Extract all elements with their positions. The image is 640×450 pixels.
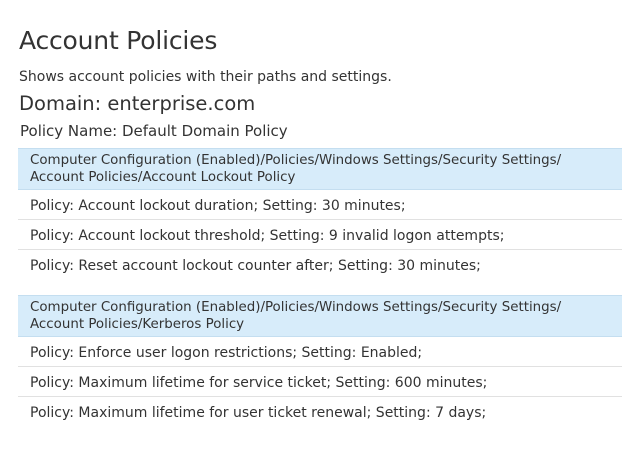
policy-path-header: Computer Configuration (Enabled)/Policie… <box>18 148 622 190</box>
page-title: Account Policies <box>19 26 218 55</box>
policy-path-line-2: Account Policies/Account Lockout Policy <box>30 170 296 185</box>
policy-section-account-lockout: Computer Configuration (Enabled)/Policie… <box>18 148 622 280</box>
policy-row: Policy: Enforce user logon restrictions;… <box>18 337 622 367</box>
policy-row: Policy: Maximum lifetime for user ticket… <box>30 405 487 421</box>
policy-name-heading: Policy Name: Default Domain Policy <box>20 122 288 140</box>
policy-row: Policy: Maximum lifetime for service tic… <box>18 367 622 397</box>
policy-path-line-2: Account Policies/Kerberos Policy <box>30 317 245 332</box>
domain-heading: Domain: enterprise.com <box>19 92 256 115</box>
policy-row: Policy: Reset account lockout counter af… <box>30 258 481 274</box>
policy-row: Policy: Account lockout threshold; Setti… <box>18 220 622 250</box>
policy-path-header: Computer Configuration (Enabled)/Policie… <box>18 295 622 337</box>
policy-row: Policy: Account lockout duration; Settin… <box>18 190 622 220</box>
policy-path-line-1: Computer Configuration (Enabled)/Policie… <box>30 300 562 315</box>
page-description: Shows account policies with their paths … <box>19 69 392 85</box>
policy-section-kerberos: Computer Configuration (Enabled)/Policie… <box>18 295 622 427</box>
account-policies-page: Account Policies Shows account policies … <box>0 0 640 450</box>
policy-path-line-1: Computer Configuration (Enabled)/Policie… <box>30 153 562 168</box>
